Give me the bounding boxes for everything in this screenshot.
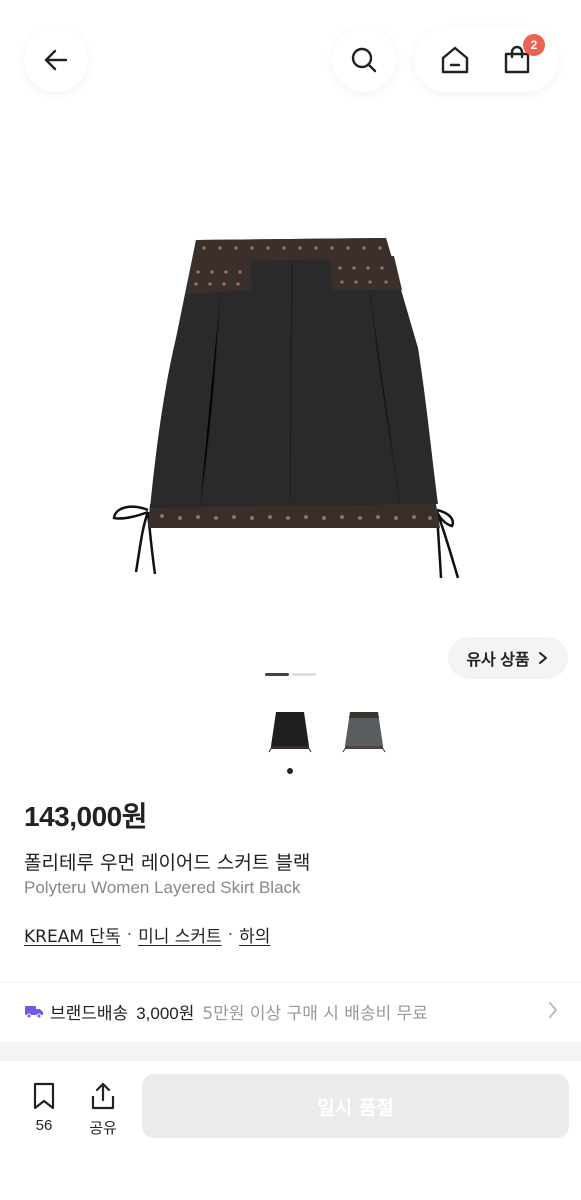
bookmark-icon (33, 1082, 55, 1110)
product-price: 143,000원 (24, 801, 147, 832)
category-breadcrumb: KREAM 단독 · 미니 스커트 · 하의 (24, 922, 270, 948)
cart-count-badge: 2 (523, 34, 545, 56)
chevron-right-icon (538, 652, 547, 664)
chevron-right-icon (549, 1002, 557, 1018)
top-navigation-bar: 2 (0, 0, 581, 130)
thumbnail-selected-dot (287, 768, 293, 774)
delivery-truck-icon (25, 1006, 43, 1019)
section-divider (0, 982, 581, 983)
temporarily-sold-out-button[interactable]: 일시 품절 (142, 1074, 569, 1138)
share-label: 공유 (89, 1120, 117, 1137)
home-icon (441, 46, 469, 74)
product-main-image[interactable] (100, 228, 481, 588)
share-icon (91, 1082, 115, 1110)
similar-products-label: 유사 상품 (466, 652, 530, 669)
bottom-action-bar: 56 공유 일시 품절 (0, 1060, 581, 1200)
similar-products-button[interactable]: 유사 상품 (448, 637, 568, 679)
product-title-korean: 폴리테루 우먼 레이어드 스커트 블랙 (24, 852, 311, 874)
cart-button[interactable]: 2 (497, 34, 545, 80)
category-link-mini-skirt[interactable]: 미니 스커트 (138, 922, 222, 947)
search-icon (351, 47, 377, 73)
section-spacer (0, 1042, 581, 1060)
home-cart-group: 2 (414, 28, 558, 92)
product-title-english: Polyteru Women Layered Skirt Black (24, 878, 301, 897)
home-button[interactable] (435, 40, 475, 80)
bookmark-count: 56 (35, 1117, 53, 1134)
arrow-left-icon (44, 49, 68, 71)
bookmark-button[interactable]: 56 (22, 1081, 66, 1134)
back-button[interactable] (24, 28, 88, 92)
category-link-bottoms[interactable]: 하의 (239, 922, 270, 947)
gallery-page-indicator (292, 673, 316, 676)
category-link-kream-exclusive[interactable]: KREAM 단독 (24, 922, 121, 947)
gallery-page-indicator-active (265, 673, 289, 676)
share-button[interactable]: 공유 (81, 1081, 125, 1138)
category-separator: · (126, 924, 133, 945)
grey-skirt-thumbnail[interactable] (341, 706, 387, 756)
shipping-info-row[interactable]: 브랜드배송 3,000원 5만원 이상 구매 시 배송비 무료 (24, 997, 560, 1025)
shipping-type-label: 브랜드배송 (50, 1003, 129, 1024)
black-skirt-thumbnail[interactable] (267, 706, 313, 756)
shipping-free-note: 5만원 이상 구매 시 배송비 무료 (202, 1003, 428, 1024)
shipping-price: 3,000원 (136, 1003, 195, 1023)
search-button[interactable] (332, 28, 396, 92)
category-separator: · (227, 924, 234, 945)
